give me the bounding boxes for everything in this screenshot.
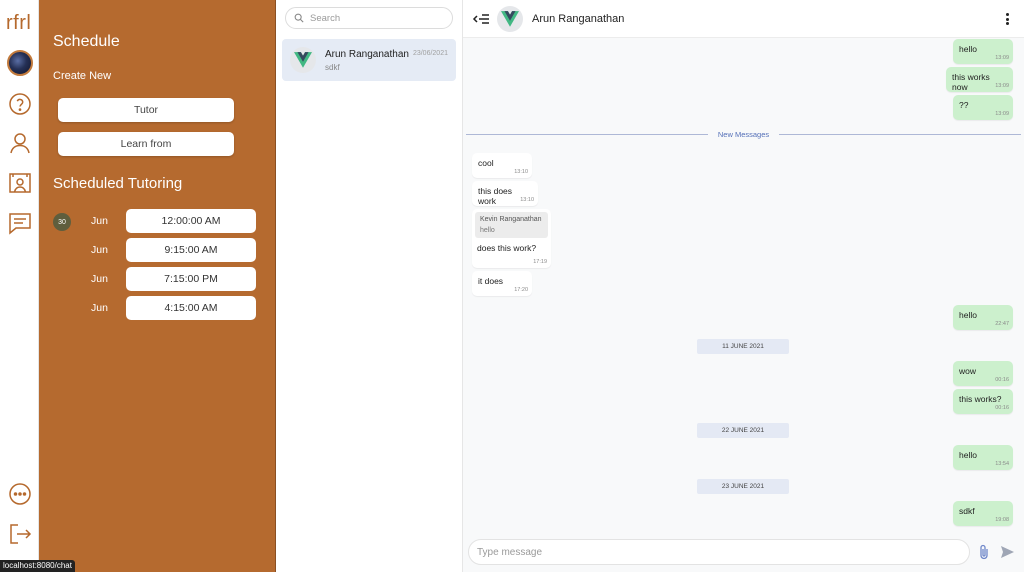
message-time: 19:08	[995, 517, 1009, 523]
user-icon[interactable]	[7, 130, 33, 156]
message-text: does this work?	[477, 243, 537, 253]
message-text: hello	[959, 450, 977, 460]
status-url: localhost:8080/chat	[0, 560, 75, 572]
app-logo[interactable]: rfrl	[6, 12, 31, 35]
slot-month: Jun	[91, 302, 108, 314]
tutor-button[interactable]: Tutor	[58, 98, 234, 122]
slot-time-button[interactable]: 4:15:00 AM	[126, 296, 256, 320]
send-icon[interactable]	[1000, 545, 1015, 559]
contact-avatar	[290, 47, 316, 73]
message-text: hello	[959, 44, 977, 54]
new-messages-separator: New Messages	[466, 130, 1021, 139]
message-incoming: cool 13:10	[472, 153, 532, 178]
reply-author: Kevin Ranganathan	[480, 216, 542, 223]
message-text: ??	[959, 100, 969, 110]
scheduled-tutoring-title: Scheduled Tutoring	[53, 175, 183, 192]
conversation-list: Arun Ranganathan 23/06/2021 sdkf	[276, 0, 463, 572]
message-text: wow	[959, 366, 977, 376]
message-time: 22:47	[995, 321, 1009, 327]
message-time: 13:09	[995, 111, 1009, 117]
message-incoming: Kevin Ranganathan hello does this work? …	[472, 209, 551, 268]
quoted-reply[interactable]: Kevin Ranganathan hello	[475, 212, 548, 238]
message-time: 13:10	[514, 169, 528, 175]
message-text: this works?	[959, 394, 1002, 404]
message-outgoing: this works now 13:09	[946, 67, 1013, 92]
chat-contact-name: Arun Ranganathan	[532, 13, 625, 25]
slot-time-button[interactable]: 12:00:00 AM	[126, 209, 256, 233]
message-time: 17:19	[533, 259, 547, 265]
slot-month: Jun	[91, 244, 108, 256]
message-incoming: this does work 13:10	[472, 181, 538, 206]
contact-card-icon[interactable]	[7, 170, 33, 196]
message-outgoing: sdkf 19:08	[953, 501, 1013, 526]
message-outgoing: ?? 13:09	[953, 95, 1013, 120]
app-root: rfrl Schedule Create New Tutor Learn fro…	[0, 0, 1024, 572]
message-time: 13:09	[995, 55, 1009, 61]
message-time: 13:09	[995, 83, 1009, 89]
message-outgoing: wow 00:16	[953, 361, 1013, 386]
search-box	[285, 7, 453, 29]
message-time: 17:20	[514, 287, 528, 293]
chat-avatar	[497, 6, 523, 32]
chat-panel: Arun Ranganathan hello 13:09 this works …	[463, 0, 1024, 572]
slot-time-button[interactable]: 9:15:00 AM	[126, 238, 256, 262]
separator-line	[779, 134, 1021, 135]
message-outgoing: hello 13:09	[953, 39, 1013, 64]
vue-logo-icon	[294, 52, 312, 68]
paperclip-icon[interactable]	[977, 544, 991, 560]
date-chip: 23 JUNE 2021	[697, 479, 789, 494]
reply-text: hello	[480, 227, 495, 234]
conversation-item[interactable]: Arun Ranganathan 23/06/2021 sdkf	[282, 39, 456, 81]
more-icon[interactable]	[7, 481, 33, 507]
conversation-last-message: sdkf	[325, 63, 340, 72]
more-options-icon[interactable]	[1000, 11, 1014, 27]
search-icon	[294, 13, 304, 23]
date-chip: 11 JUNE 2021	[697, 339, 789, 354]
slot-time-button[interactable]: 7:15:00 PM	[126, 267, 256, 291]
message-text: this works now	[952, 72, 990, 92]
user-avatar[interactable]	[7, 50, 33, 76]
message-text: it does	[478, 276, 504, 286]
date-chip: 22 JUNE 2021	[697, 423, 789, 438]
conversation-name: Arun Ranganathan	[325, 49, 409, 60]
message-time: 13:54	[995, 461, 1009, 467]
message-outgoing: hello 13:54	[953, 445, 1013, 470]
search-input[interactable]	[310, 12, 450, 24]
learn-from-button[interactable]: Learn from	[58, 132, 234, 156]
message-time: 00:16	[995, 405, 1009, 411]
message-outgoing: hello 22:47	[953, 305, 1013, 330]
left-rail: rfrl	[0, 0, 39, 572]
slot-month: Jun	[91, 215, 108, 227]
chat-icon[interactable]	[7, 210, 33, 236]
create-new-label: Create New	[53, 70, 112, 82]
message-incoming: it does 17:20	[472, 271, 532, 296]
vue-logo-icon	[501, 11, 519, 27]
slot-month: Jun	[91, 273, 108, 285]
schedule-panel: Schedule Create New Tutor Learn from Sch…	[39, 0, 276, 572]
help-icon[interactable]	[7, 91, 33, 117]
conversation-date: 23/06/2021	[412, 50, 448, 57]
day-badge: 30	[53, 213, 71, 231]
chat-header: Arun Ranganathan	[463, 0, 1024, 38]
message-composer	[468, 539, 970, 565]
schedule-title: Schedule	[53, 33, 120, 50]
message-text: this does work	[478, 186, 513, 206]
message-time: 00:16	[995, 377, 1009, 383]
message-time: 13:10	[520, 197, 534, 203]
message-text: hello	[959, 310, 977, 320]
message-text: cool	[478, 158, 494, 168]
logout-icon[interactable]	[7, 521, 33, 547]
message-text: sdkf	[959, 506, 975, 516]
message-input[interactable]	[477, 546, 957, 558]
message-outgoing: this works? 00:16	[953, 389, 1013, 414]
menu-back-icon[interactable]	[472, 10, 490, 28]
